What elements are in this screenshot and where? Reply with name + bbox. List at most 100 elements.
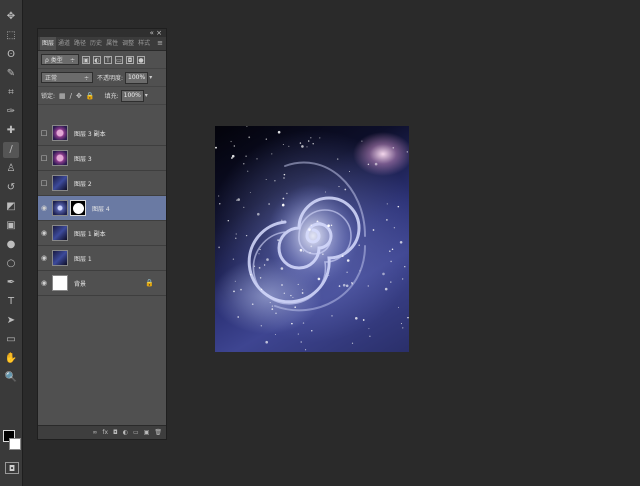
tab-0[interactable]: 图层 <box>40 37 57 50</box>
dodge-icon[interactable]: ○ <box>3 256 19 272</box>
layer-row[interactable]: ◉ 图层 1 <box>38 246 166 271</box>
eye-icon[interactable]: ◉ <box>38 229 50 237</box>
tab-3[interactable]: 历史 <box>88 37 104 50</box>
document-canvas[interactable] <box>215 126 409 352</box>
adjustment-filter-icon[interactable]: ◐ <box>93 55 101 64</box>
fill-dropdown-icon[interactable]: ▾ <box>145 92 148 99</box>
pen-icon[interactable]: ✒ <box>3 275 19 291</box>
kind-filter-select[interactable]: ρ 类型 ÷ <box>41 54 79 65</box>
color-swatches[interactable] <box>3 430 21 452</box>
eye-icon[interactable]: ◉ <box>38 254 50 262</box>
blend-mode-select[interactable]: 正常 ÷ <box>41 72 93 83</box>
type-filter-icon[interactable]: T <box>104 55 112 64</box>
tab-5[interactable]: 调整 <box>120 37 136 50</box>
star <box>301 145 304 148</box>
path-select-icon[interactable]: ➤ <box>3 313 19 329</box>
tab-6[interactable]: 样式 <box>136 37 152 50</box>
star <box>277 130 281 134</box>
blur-icon[interactable]: ● <box>3 237 19 253</box>
star <box>302 322 305 324</box>
layer-mask-thumbnail[interactable] <box>70 200 86 216</box>
star <box>392 146 395 149</box>
star <box>397 205 400 208</box>
lock-transparent-icon[interactable]: ▦ <box>59 92 66 100</box>
spot-heal-icon[interactable]: ✚ <box>3 123 19 139</box>
lasso-icon[interactable]: ʘ <box>3 47 19 63</box>
link-layers-icon[interactable]: ∞ <box>92 429 97 436</box>
star <box>344 188 347 191</box>
opacity-input[interactable]: 100% <box>125 71 149 84</box>
layer-row[interactable]: ◉ 背景 🔒 <box>38 271 166 296</box>
star <box>256 158 258 160</box>
star <box>258 267 261 269</box>
smart-object-filter-icon[interactable]: ◘ <box>126 55 134 64</box>
hand-icon[interactable]: ✋ <box>3 351 19 367</box>
star <box>235 237 237 239</box>
lock-image-icon[interactable]: / <box>70 92 72 100</box>
star <box>310 224 312 226</box>
move-icon[interactable]: ✥ <box>3 9 19 25</box>
star <box>236 199 238 201</box>
star <box>282 197 285 200</box>
layer-row[interactable]: ◉ 图层 4 <box>38 196 166 221</box>
galaxy-swirl-artwork <box>215 126 409 351</box>
layer-row[interactable]: □ 图层 3 副本 <box>38 121 166 146</box>
eye-icon[interactable]: ◉ <box>38 279 50 287</box>
tab-1[interactable]: 通道 <box>56 37 72 50</box>
layer-name: 图层 1 副本 <box>74 230 106 238</box>
star <box>319 137 321 139</box>
tab-4[interactable]: 属性 <box>104 37 120 50</box>
eyedropper-icon[interactable]: ✑ <box>3 104 19 120</box>
marquee-icon[interactable]: ⬚ <box>3 28 19 44</box>
new-layer-icon[interactable]: ▣ <box>144 429 150 436</box>
shape-icon[interactable]: ▭ <box>3 332 19 348</box>
brush-icon[interactable]: / <box>3 142 19 158</box>
star <box>215 146 217 149</box>
background-color-swatch[interactable] <box>9 438 21 450</box>
star <box>260 325 262 327</box>
star <box>240 288 242 291</box>
new-group-icon[interactable]: ▭ <box>133 429 139 436</box>
layer-style-icon[interactable]: fx <box>102 429 108 436</box>
layer-row[interactable]: ◉ 图层 1 副本 <box>38 221 166 246</box>
star <box>346 259 350 262</box>
adjustment-layer-icon[interactable]: ◐ <box>123 429 128 436</box>
filter-toggle-icon[interactable]: ● <box>137 55 145 64</box>
lock-label: 锁定: <box>41 93 56 100</box>
delete-layer-icon[interactable]: 🗑 <box>154 429 162 436</box>
zoom-icon[interactable]: 🔍 <box>3 370 19 386</box>
eye-hidden-icon[interactable]: □ <box>38 154 50 162</box>
eraser-icon[interactable]: ◩ <box>3 199 19 215</box>
star <box>300 341 302 343</box>
lock-position-icon[interactable]: ✥ <box>76 92 82 100</box>
quick-select-icon[interactable]: ✎ <box>3 66 19 82</box>
blend-mode-value: 正常 <box>45 75 58 82</box>
eye-icon[interactable]: ◉ <box>38 204 50 212</box>
layer-row[interactable]: □ 图层 2 <box>38 171 166 196</box>
pixel-filter-icon[interactable]: ▣ <box>82 55 90 64</box>
star <box>355 317 358 320</box>
eye-hidden-icon[interactable]: □ <box>38 129 50 137</box>
star <box>299 248 303 252</box>
panel-menu-icon[interactable]: ≡ <box>157 37 163 50</box>
eye-hidden-icon[interactable]: □ <box>38 179 50 187</box>
type-icon[interactable]: T <box>3 294 19 310</box>
lock-all-icon[interactable]: 🔒 <box>86 92 95 100</box>
panel-collapse-icon[interactable]: « × <box>150 29 162 37</box>
quick-mask-icon[interactable]: ◘ <box>5 462 19 474</box>
clone-stamp-icon[interactable]: ♙ <box>3 161 19 177</box>
add-mask-icon[interactable]: ◘ <box>113 429 118 436</box>
fill-input[interactable]: 100% <box>120 89 144 102</box>
layer-row[interactable]: □ 图层 3 <box>38 146 166 171</box>
crop-icon[interactable]: ⌗ <box>3 85 19 101</box>
tab-2[interactable]: 路径 <box>72 37 88 50</box>
shape-filter-icon[interactable]: ▭ <box>115 55 123 64</box>
gradient-icon[interactable]: ▣ <box>3 218 19 234</box>
star <box>390 281 392 283</box>
star <box>306 146 308 148</box>
star <box>251 303 254 306</box>
star <box>290 294 292 297</box>
star <box>386 219 388 221</box>
history-brush-icon[interactable]: ↺ <box>3 180 19 196</box>
opacity-dropdown-icon[interactable]: ▾ <box>149 74 152 81</box>
